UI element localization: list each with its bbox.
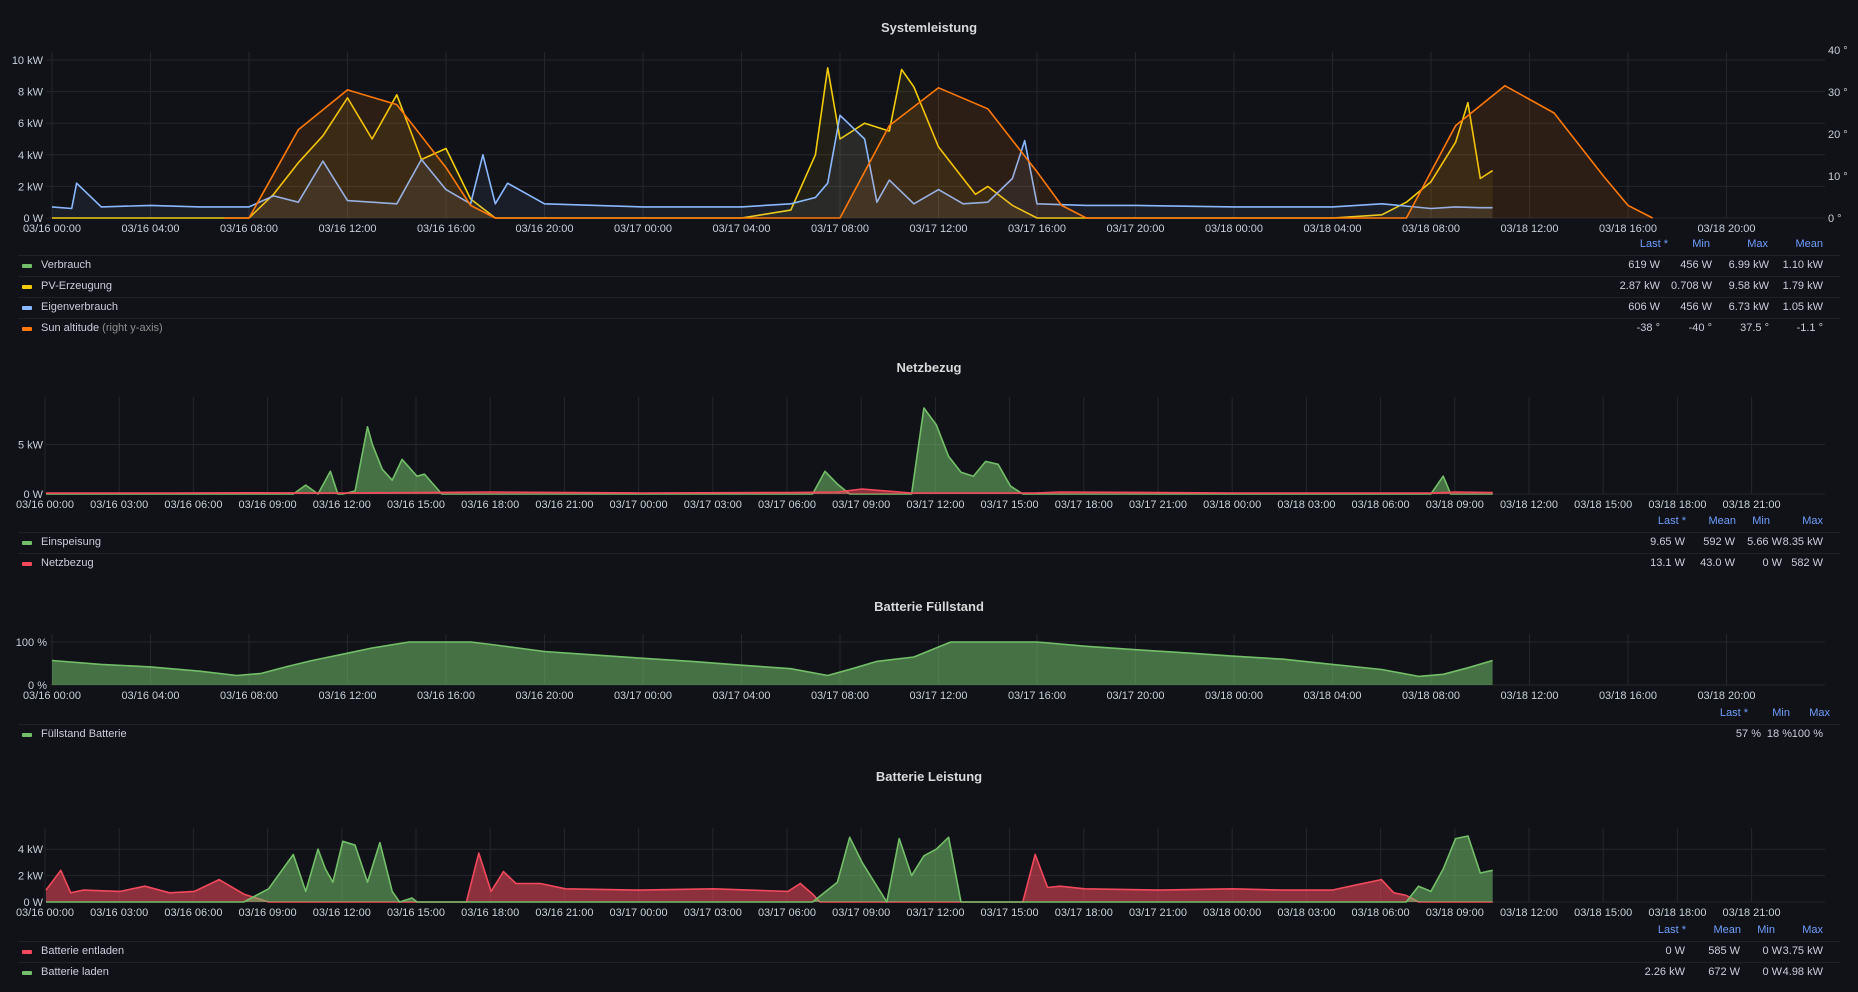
legend-row-batterie-entladen[interactable]: Batterie entladen 0 W 585 W 0 W 3.75 kW (18, 941, 1840, 961)
value-max: 3.75 kW (1782, 945, 1823, 957)
x-tick-label: 03/17 18:00 (1055, 907, 1113, 919)
x-tick-label: 03/18 09:00 (1426, 907, 1484, 919)
legend-header-mean[interactable]: Mean (1695, 924, 1741, 936)
series-color-swatch[interactable] (22, 950, 32, 954)
x-tick-label: 03/16 06:00 (164, 907, 222, 919)
x-tick-label: 03/18 06:00 (1352, 907, 1410, 919)
legend-header-max[interactable]: Max (1785, 924, 1823, 936)
x-tick-label: 03/16 18:00 (461, 907, 519, 919)
value-last: 0 W (1665, 945, 1685, 957)
panel-batterie-leistung: Batterie Leistung 4 kW 2 kW 0 W 03/16 00:00… (0, 0, 1858, 992)
x-tick-label: 03/16 00:00 (16, 907, 74, 919)
x-tick-label: 03/17 00:00 (610, 907, 668, 919)
value-max: 4.98 kW (1782, 966, 1823, 978)
x-tick-label: 03/17 21:00 (1129, 907, 1187, 919)
y-tick-label: 4 kW (18, 844, 44, 856)
legend-header: Last * Mean Min Max (0, 924, 1858, 940)
series-name: Batterie laden (41, 966, 109, 978)
series-color-swatch[interactable] (22, 971, 32, 975)
x-tick-label: 03/16 21:00 (535, 907, 593, 919)
y-tick-label: 2 kW (18, 871, 44, 883)
value-last: 2.26 kW (1644, 966, 1685, 978)
x-tick-label: 03/18 00:00 (1203, 907, 1261, 919)
x-tick-label: 03/18 15:00 (1574, 907, 1632, 919)
legend-header-last[interactable]: Last * (1638, 924, 1686, 936)
series-name: Batterie entladen (41, 945, 125, 957)
x-tick-label: 03/18 03:00 (1277, 907, 1335, 919)
x-tick-label: 03/18 18:00 (1648, 907, 1706, 919)
x-tick-label: 03/17 09:00 (832, 907, 890, 919)
x-tick-label: 03/17 15:00 (981, 907, 1039, 919)
x-tick-label: 03/18 12:00 (1500, 907, 1558, 919)
x-tick-label: 03/16 03:00 (90, 907, 148, 919)
x-tick-label: 03/18 21:00 (1723, 907, 1781, 919)
x-tick-label: 03/17 06:00 (758, 907, 816, 919)
x-tick-label: 03/17 12:00 (906, 907, 964, 919)
value-mean: 585 W (1708, 945, 1740, 957)
value-min: 0 W (1762, 945, 1782, 957)
batterie-leistung-chart[interactable]: 4 kW2 kW0 W03/16 00:00 03/16 03:00 03/16 0… (0, 0, 1858, 930)
value-mean: 672 W (1708, 966, 1740, 978)
value-min: 0 W (1762, 966, 1782, 978)
legend-row-batterie-laden[interactable]: Batterie laden 2.26 kW 672 W 0 W 4.98 kW (18, 962, 1840, 982)
x-tick-label: 03/17 03:00 (684, 907, 742, 919)
x-tick-label: 03/16 09:00 (239, 907, 297, 919)
x-tick-label: 03/16 12:00 (313, 907, 371, 919)
legend-header-min[interactable]: Min (1745, 924, 1775, 936)
x-tick-label: 03/16 15:00 (387, 907, 445, 919)
